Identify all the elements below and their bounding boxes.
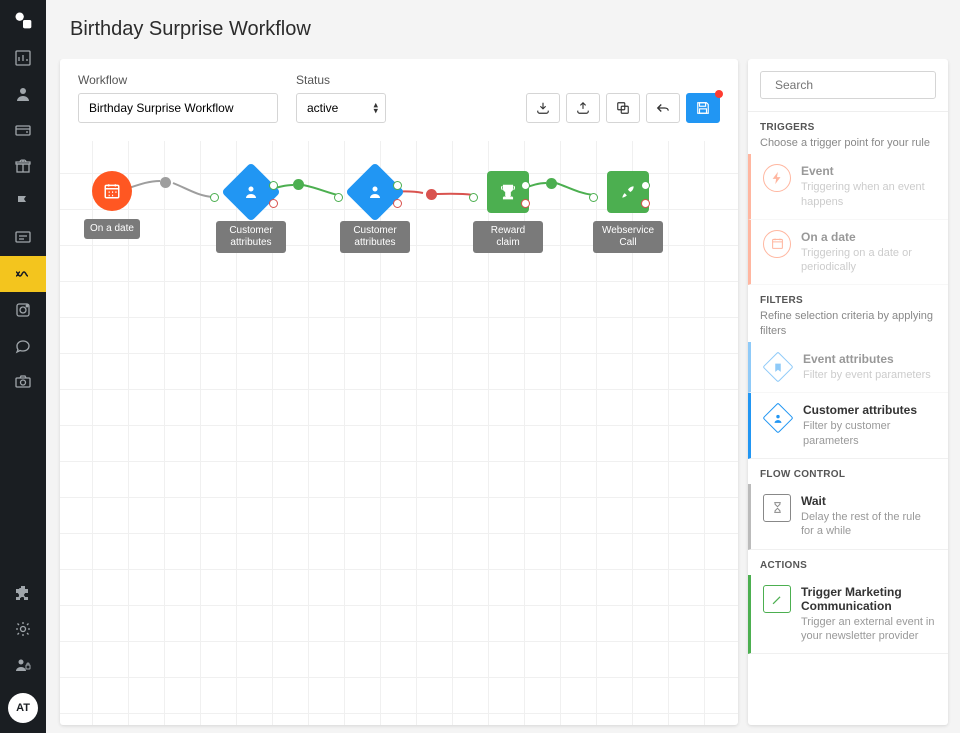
calendar-icon: [763, 230, 791, 258]
node-webservice-call[interactable]: Webservice Call: [593, 171, 663, 253]
nav-comments[interactable]: [0, 328, 46, 364]
nav-chat[interactable]: [0, 220, 46, 256]
palette-card-event[interactable]: EventTriggering when an event happens: [748, 154, 948, 220]
node-port-out-no[interactable]: [269, 199, 278, 208]
palette-card-event-attributes[interactable]: Event attributesFilter by event paramete…: [748, 342, 948, 393]
bolt-icon: [763, 164, 791, 192]
workflow-name-label: Workflow: [78, 73, 278, 87]
status-select[interactable]: active: [296, 93, 386, 123]
unsaved-indicator: [715, 90, 723, 98]
page-title: Birthday Surprise Workflow: [46, 0, 960, 59]
nav-rewards[interactable]: [0, 148, 46, 184]
export-button[interactable]: [566, 93, 600, 123]
user-avatar[interactable]: AT: [8, 693, 38, 723]
copy-button[interactable]: [606, 93, 640, 123]
nav-media[interactable]: [0, 292, 46, 328]
palette-search[interactable]: [760, 71, 936, 99]
edge-dot: [426, 189, 437, 200]
node-port-out-no[interactable]: [641, 199, 650, 208]
node-on-a-date[interactable]: On a date: [84, 171, 140, 239]
app-logo[interactable]: [0, 0, 46, 40]
section-triggers: TRIGGERS Choose a trigger point for your…: [748, 112, 948, 154]
palette-card-wait[interactable]: WaitDelay the rest of the rule for a whi…: [748, 484, 948, 550]
node-port-out-no[interactable]: [393, 199, 402, 208]
nav-admin[interactable]: [0, 647, 46, 683]
section-filters: FILTERS Refine selection criteria by app…: [748, 285, 948, 342]
hourglass-icon: [763, 494, 791, 522]
palette-search-input[interactable]: [775, 78, 930, 92]
node-port-out-yes[interactable]: [521, 181, 530, 190]
node-port-out-yes[interactable]: [393, 181, 402, 190]
nav-camera[interactable]: [0, 364, 46, 400]
node-port-out-yes[interactable]: [269, 181, 278, 190]
palette-card-customer-attributes[interactable]: Customer attributesFilter by customer pa…: [748, 393, 948, 459]
node-port-out-yes[interactable]: [641, 181, 650, 190]
user-icon: [762, 403, 793, 434]
node-reward-claim[interactable]: Reward claim: [473, 171, 543, 253]
nav-settings[interactable]: [0, 611, 46, 647]
import-button[interactable]: [526, 93, 560, 123]
save-button[interactable]: [686, 93, 720, 123]
palette-card-on-a-date[interactable]: On a dateTriggering on a date or periodi…: [748, 220, 948, 286]
bookmark-icon: [762, 352, 793, 383]
nav-plugins[interactable]: [0, 575, 46, 611]
node-port-out-no[interactable]: [521, 199, 530, 208]
wand-icon: [763, 585, 791, 613]
status-label: Status: [296, 73, 386, 87]
sidebar: AT: [0, 0, 46, 733]
workflow-canvas-panel: Workflow Status active ▴▾: [60, 59, 738, 725]
nav-wallet[interactable]: [0, 112, 46, 148]
palette-card-marketing[interactable]: Trigger Marketing CommunicationTrigger a…: [748, 575, 948, 655]
workflow-canvas[interactable]: On a date Customer attributes: [60, 141, 738, 725]
section-actions: ACTIONS: [748, 550, 948, 575]
nav-dashboard[interactable]: [0, 40, 46, 76]
edge-dot: [293, 179, 304, 190]
edge-dot: [546, 178, 557, 189]
section-flow-control: FLOW CONTROL: [748, 459, 948, 484]
undo-button[interactable]: [646, 93, 680, 123]
edge-dot: [160, 177, 171, 188]
nav-users[interactable]: [0, 76, 46, 112]
workflow-name-input[interactable]: [78, 93, 278, 123]
palette-panel: TRIGGERS Choose a trigger point for your…: [748, 59, 948, 725]
nav-flag[interactable]: [0, 184, 46, 220]
nav-workflows[interactable]: [0, 256, 46, 292]
